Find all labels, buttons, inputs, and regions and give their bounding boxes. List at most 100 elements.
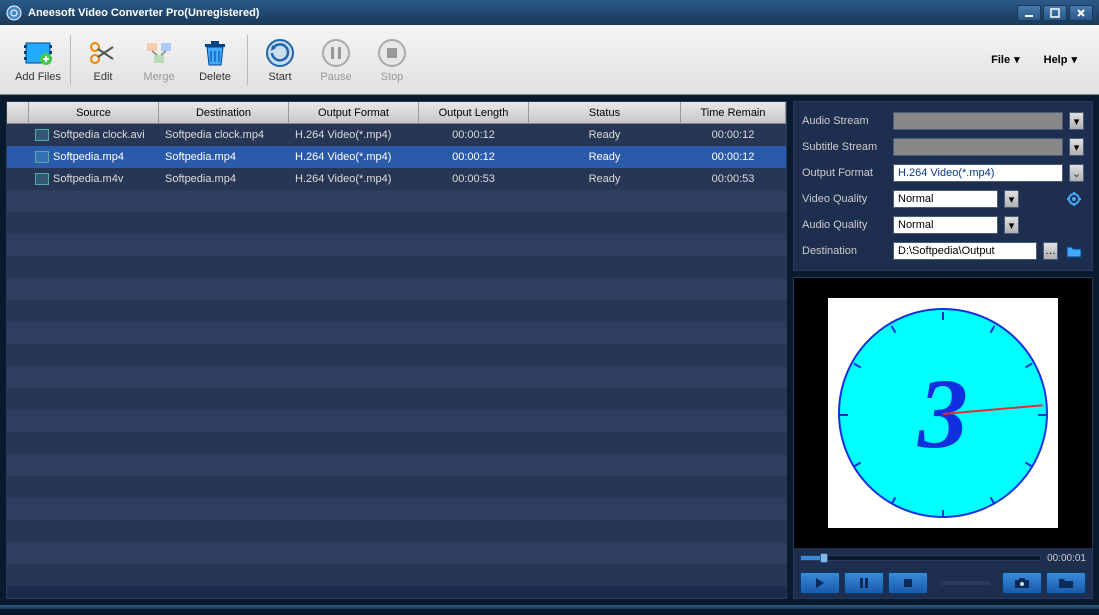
empty-row [7,366,786,388]
column-status[interactable]: Status [529,102,681,123]
status-cell: Ready [529,173,681,185]
stop-icon [376,37,408,69]
window-title: Aneesoft Video Converter Pro(Unregistere… [28,7,1015,19]
column-source[interactable]: Source [29,102,159,123]
empty-row [7,454,786,476]
empty-row [7,322,786,344]
preview-panel: 3 00:00:01 [793,277,1093,599]
empty-row [7,498,786,520]
table-row[interactable]: Softpedia.m4v Softpedia.mp4H.264 Video(*.… [7,168,786,190]
stop-button[interactable]: Stop [364,33,420,87]
destination-cell: Softpedia clock.mp4 [159,129,289,141]
empty-row [7,388,786,410]
settings-panel: Audio Stream ▾ Subtitle Stream ▾ Output … [793,101,1093,271]
remain-cell: 00:00:53 [681,173,786,185]
stop-label: Stop [381,71,404,83]
empty-row [7,410,786,432]
video-file-icon [35,129,49,141]
empty-row [7,212,786,234]
dropdown-icon[interactable]: ⌄ [1069,164,1084,182]
preview-frame: 3 [828,298,1058,528]
video-quality-select[interactable]: Normal [893,190,998,208]
empty-row [7,278,786,300]
dropdown-icon[interactable]: ▾ [1004,216,1019,234]
empty-row [7,300,786,322]
start-icon [264,37,296,69]
preview-stop-button[interactable] [888,572,928,594]
source-cell: Softpedia.m4v [53,173,123,185]
column-output-format[interactable]: Output Format [289,102,419,123]
chevron-down-icon: ▾ [1071,53,1077,66]
audio-stream-select[interactable] [893,112,1063,130]
close-button[interactable] [1069,5,1093,21]
output-format-select[interactable]: H.264 Video(*.mp4) [893,164,1063,182]
column-destination[interactable]: Destination [159,102,289,123]
dropdown-icon[interactable]: ▾ [1069,112,1084,130]
subtitle-stream-select[interactable] [893,138,1063,156]
edit-button[interactable]: Edit [75,33,131,87]
add-files-icon [22,37,54,69]
remain-cell: 00:00:12 [681,129,786,141]
audio-quality-label: Audio Quality [802,219,887,231]
merge-label: Merge [143,71,174,83]
table-row[interactable]: Softpedia.mp4Softpedia.mp4H.264 Video(*.… [7,146,786,168]
video-quality-label: Video Quality [802,193,887,205]
separator [247,35,248,85]
pause-icon [320,37,352,69]
advanced-settings-button[interactable] [1064,190,1084,208]
destination-cell: Softpedia.mp4 [159,151,289,163]
merge-button[interactable]: Merge [131,33,187,87]
preview-time: 00:00:01 [1047,553,1086,564]
destination-input[interactable]: D:\Softpedia\Output [893,242,1037,260]
minimize-button[interactable] [1017,5,1041,21]
separator [70,35,71,85]
empty-row [7,190,786,212]
column-output-length[interactable]: Output Length [419,102,529,123]
pause-button[interactable]: Pause [308,33,364,87]
edit-label: Edit [94,71,113,83]
remain-cell: 00:00:12 [681,151,786,163]
title-bar: Aneesoft Video Converter Pro(Unregistere… [0,0,1099,25]
browse-ellipsis-button[interactable]: … [1043,242,1058,260]
delete-button[interactable]: Delete [187,33,243,87]
app-icon [6,5,22,21]
pause-label: Pause [320,71,351,83]
empty-row [7,256,786,278]
dropdown-icon[interactable]: ▾ [1004,190,1019,208]
table-row[interactable]: Softpedia clock.aviSoftpedia clock.mp4H.… [7,124,786,146]
format-cell: H.264 Video(*.mp4) [289,173,419,185]
length-cell: 00:00:12 [419,129,529,141]
start-button[interactable]: Start [252,33,308,87]
status-bar [0,605,1099,609]
open-folder-button[interactable] [1064,242,1084,260]
destination-cell: Softpedia.mp4 [159,173,289,185]
format-cell: H.264 Video(*.mp4) [289,129,419,141]
chevron-down-icon: ▾ [1014,53,1020,66]
status-cell: Ready [529,129,681,141]
add-files-label: Add Files [15,71,61,83]
checkbox-column-header[interactable] [7,102,29,123]
table-header: Source Destination Output Format Output … [7,102,786,124]
play-button[interactable] [800,572,840,594]
scissors-icon [87,37,119,69]
snapshot-button[interactable] [1002,572,1042,594]
preview-pause-button[interactable] [844,572,884,594]
seek-slider[interactable] [800,555,1041,561]
add-files-button[interactable]: Add Files [10,33,66,87]
empty-row [7,564,786,586]
audio-quality-select[interactable]: Normal [893,216,998,234]
help-menu[interactable]: Help▾ [1032,47,1089,72]
table-body[interactable]: Softpedia clock.aviSoftpedia clock.mp4H.… [7,124,786,598]
video-file-icon [35,151,49,163]
volume-slider[interactable] [940,581,990,585]
empty-row [7,542,786,564]
dropdown-icon[interactable]: ▾ [1069,138,1084,156]
column-time-remain[interactable]: Time Remain [681,102,786,123]
file-menu[interactable]: File▾ [979,47,1031,72]
status-cell: Ready [529,151,681,163]
preview-video[interactable]: 3 [794,278,1092,548]
subtitle-stream-label: Subtitle Stream [802,141,887,153]
snapshot-folder-button[interactable] [1046,572,1086,594]
maximize-button[interactable] [1043,5,1067,21]
empty-row [7,234,786,256]
